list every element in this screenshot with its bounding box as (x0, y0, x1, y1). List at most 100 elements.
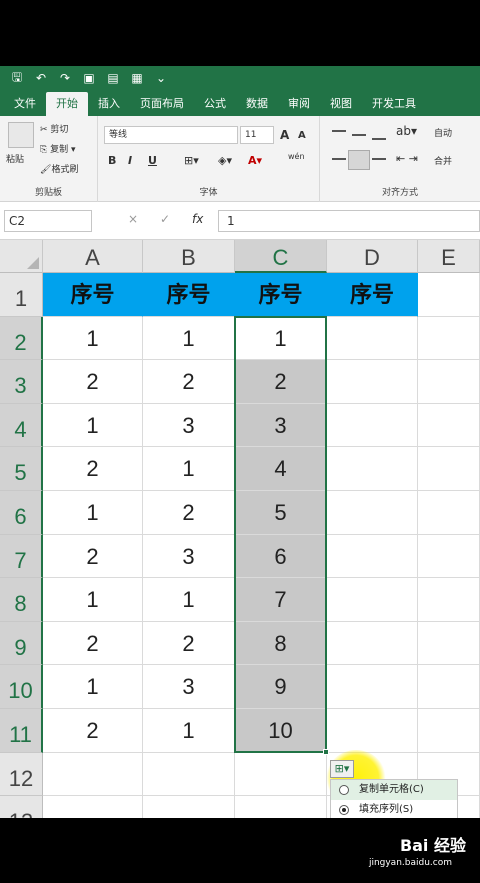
cell-A9[interactable]: 2 (43, 621, 143, 666)
cell-B5[interactable]: 1 (143, 447, 235, 491)
cell-A2[interactable]: 1 (43, 316, 143, 361)
tab-5[interactable]: 数据 (236, 92, 278, 116)
cell-C1[interactable]: 序号 (235, 273, 327, 317)
cell-C12[interactable] (235, 752, 327, 797)
font-size-select[interactable]: 11 (240, 126, 274, 144)
cell-E8[interactable] (418, 578, 480, 622)
column-header-B[interactable]: B (143, 240, 235, 273)
cell-B11[interactable]: 1 (143, 709, 235, 753)
cell-E7[interactable] (418, 534, 480, 579)
cell-D3[interactable] (327, 360, 418, 404)
save-icon[interactable]: 🖫 (8, 68, 26, 89)
print-preview-icon[interactable]: ▤ (104, 71, 122, 85)
bold-button[interactable]: B (108, 154, 116, 167)
paste-button[interactable]: 粘贴 (6, 152, 24, 165)
column-header-E[interactable]: E (418, 240, 480, 273)
cell-E11[interactable] (418, 709, 480, 753)
cell-A10[interactable]: 1 (43, 665, 143, 709)
row-header-4[interactable]: 4 (0, 403, 43, 448)
column-header-A[interactable]: A (43, 240, 143, 273)
row-header-6[interactable]: 6 (0, 491, 43, 535)
formula-input[interactable]: 1 (218, 210, 480, 232)
shrink-font-button[interactable]: A (298, 130, 306, 141)
cell-A6[interactable]: 1 (43, 491, 143, 535)
row-header-3[interactable]: 3 (0, 360, 43, 404)
cell-B3[interactable]: 2 (143, 360, 235, 404)
cell-C7[interactable]: 6 (235, 534, 327, 579)
cell-C3[interactable]: 2 (235, 360, 327, 404)
row-header-13[interactable]: 13 (0, 796, 43, 818)
cell-C11[interactable]: 10 (235, 709, 327, 753)
cell-E2[interactable] (418, 316, 480, 361)
autofill-options-button[interactable]: ⊞▾ (330, 760, 354, 778)
copy-button[interactable]: ⎘ 复制 ▾ (40, 142, 75, 155)
cell-A12[interactable] (43, 752, 143, 797)
cell-C5[interactable]: 4 (235, 447, 327, 491)
fill-color-icon[interactable]: ◈▾ (218, 154, 232, 167)
cell-B13[interactable] (143, 796, 235, 818)
font-name-select[interactable]: 等线 (104, 126, 238, 144)
cell-E9[interactable] (418, 621, 480, 666)
cell-D9[interactable] (327, 621, 418, 666)
align-bottom-icon[interactable] (372, 138, 386, 140)
select-all-corner[interactable] (0, 240, 43, 273)
name-box[interactable]: C2 (4, 210, 92, 232)
cell-A11[interactable]: 2 (43, 709, 143, 753)
cell-C8[interactable]: 7 (235, 578, 327, 622)
merge-center-button[interactable]: 合并 (434, 154, 452, 167)
cell-E4[interactable] (418, 403, 480, 448)
cell-E1[interactable] (418, 273, 480, 317)
cancel-icon[interactable]: × (128, 212, 138, 226)
align-right-icon[interactable] (372, 158, 386, 160)
fill-handle[interactable] (323, 748, 329, 755)
row-header-12[interactable]: 12 (0, 752, 43, 797)
row-header-8[interactable]: 8 (0, 578, 43, 622)
phonetic-button[interactable]: wén (288, 152, 305, 161)
align-left-icon[interactable] (332, 158, 346, 160)
tab-2[interactable]: 插入 (88, 92, 130, 116)
align-middle-icon[interactable] (352, 134, 366, 136)
paste-icon[interactable] (8, 122, 34, 148)
cell-B6[interactable]: 2 (143, 491, 235, 535)
cell-E6[interactable] (418, 491, 480, 535)
column-header-C[interactable]: C (235, 240, 327, 273)
cell-B4[interactable]: 3 (143, 403, 235, 448)
cell-D11[interactable] (327, 709, 418, 753)
redo-icon[interactable]: ↷ (56, 71, 74, 85)
cell-D10[interactable] (327, 665, 418, 709)
cell-D2[interactable] (327, 316, 418, 361)
cell-B8[interactable]: 1 (143, 578, 235, 622)
cell-E10[interactable] (418, 665, 480, 709)
row-header-11[interactable]: 11 (0, 709, 43, 753)
cell-B10[interactable]: 3 (143, 665, 235, 709)
customize-icon[interactable]: ⌄ (152, 71, 170, 85)
cell-B9[interactable]: 2 (143, 621, 235, 666)
cell-E5[interactable] (418, 447, 480, 491)
cell-C10[interactable]: 9 (235, 665, 327, 709)
table-icon[interactable]: ▦ (128, 71, 146, 85)
cut-button[interactable]: ✂ 剪切 (40, 122, 68, 135)
autofill-copy-cells[interactable]: 复制单元格(C) (331, 780, 457, 800)
tab-1[interactable]: 开始 (46, 92, 88, 116)
tab-3[interactable]: 页面布局 (130, 92, 194, 116)
row-header-5[interactable]: 5 (0, 447, 43, 491)
indent-icon[interactable]: ⇤ ⇥ (396, 152, 418, 165)
row-header-7[interactable]: 7 (0, 534, 43, 579)
cell-D8[interactable] (327, 578, 418, 622)
tab-6[interactable]: 审阅 (278, 92, 320, 116)
tab-4[interactable]: 公式 (194, 92, 236, 116)
border-icon[interactable]: ⊞▾ (184, 154, 199, 167)
form-icon[interactable]: ▣ (80, 71, 98, 85)
align-center-icon[interactable] (348, 150, 370, 170)
underline-button[interactable]: U (148, 154, 157, 167)
cell-D1[interactable]: 序号 (327, 273, 418, 317)
tab-7[interactable]: 视图 (320, 92, 362, 116)
tab-0[interactable]: 文件 (4, 92, 46, 116)
cell-D5[interactable] (327, 447, 418, 491)
cell-C13[interactable] (235, 796, 327, 818)
row-header-2[interactable]: 2 (0, 316, 43, 361)
grow-font-button[interactable]: A (280, 128, 289, 142)
cell-E3[interactable] (418, 360, 480, 404)
wrap-text-button[interactable]: 自动 (434, 126, 452, 139)
column-header-D[interactable]: D (327, 240, 418, 273)
